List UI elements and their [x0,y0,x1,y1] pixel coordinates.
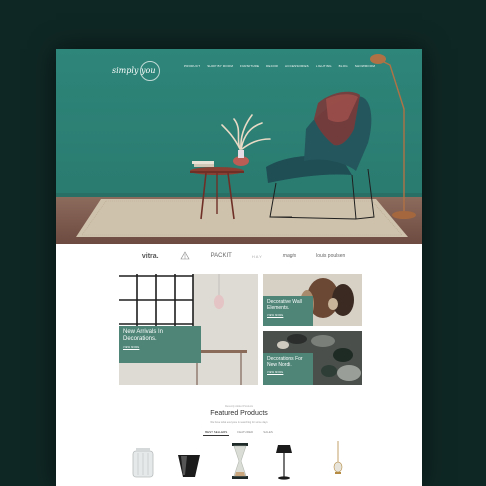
promo-tile-wall-elements[interactable]: Decorative Wall Elements. VIEW MORE [263,274,362,326]
promo-title: New Arrivals In Decorations. [123,329,164,342]
nav-item-decor[interactable]: DECOR [266,64,278,68]
brand-emblem-icon[interactable] [179,251,191,261]
tab-featured[interactable]: FEATURED [235,429,255,436]
brand-packit[interactable]: PACKIT [211,253,232,259]
brand-logo-strip: vitra. PACKIT HAY magis louis poulsen [56,247,422,265]
promo-title: Decorative Wall Elements. [267,299,302,311]
tab-best-sellers[interactable]: BEST SELLERS [203,429,230,436]
promo-title: Decorations For New Nordi. [267,356,303,368]
black-table-lamp-icon[interactable] [270,441,302,481]
promo-tile-new-arrivals[interactable]: New Arrivals In Decorations. VIEW MORE [119,274,258,385]
brand-louis-poulsen[interactable]: louis poulsen [316,253,345,259]
site-logo[interactable]: simply you [112,61,162,85]
brass-wall-lamp-icon[interactable] [322,441,354,481]
nav-item-accessories[interactable]: ACCESSORIES [285,64,309,68]
glass-jar-icon[interactable] [127,441,159,481]
promo-link[interactable]: VIEW MORE [123,346,197,349]
hourglass-icon[interactable] [224,441,256,481]
nav-item-blog[interactable]: BLOG [339,64,348,68]
brand-magis[interactable]: magis [283,253,296,259]
nav-item-lighting[interactable]: LIGHTING [316,64,332,68]
nav-item-furniture[interactable]: FURNITURE [240,64,259,68]
hero-banner: simply you PRODUCT SHOP BY ROOM FURNITUR… [56,49,422,244]
featured-title: Featured Products [210,410,268,417]
featured-subtitle: We have what everyone is searching for s… [210,421,268,424]
featured-tabs: BEST SELLERS FEATURED SALES [56,429,422,436]
nav-item-product[interactable]: PRODUCT [184,64,200,68]
promo-label: New Arrivals In Decorations. VIEW MORE [119,326,201,363]
main-nav: PRODUCT SHOP BY ROOM FURNITURE DECOR ACC… [184,64,375,68]
brand-vitra[interactable]: vitra. [142,253,159,260]
tab-sales[interactable]: SALES [261,429,275,436]
featured-eyebrow: Recently Added Products [224,405,254,408]
promo-label: Decorations For New Nordi. VIEW MORE [263,353,313,385]
floor-lamp-illustration [370,54,416,219]
promo-tile-nordic-decor[interactable]: Decorations For New Nordi. VIEW MORE [263,331,362,385]
promo-link[interactable]: VIEW MORE [267,371,309,374]
promo-link[interactable]: VIEW MORE [267,314,309,317]
brand-hay[interactable]: HAY [252,254,263,259]
nav-item-showroom[interactable]: SHOWROOM [355,64,375,68]
logo-ring-icon [140,61,160,81]
website-page: simply you PRODUCT SHOP BY ROOM FURNITUR… [56,49,422,486]
black-vase-icon[interactable] [173,441,205,481]
nav-item-shop-by-room[interactable]: SHOP BY ROOM [207,64,233,68]
promo-label: Decorative Wall Elements. VIEW MORE [263,296,313,326]
